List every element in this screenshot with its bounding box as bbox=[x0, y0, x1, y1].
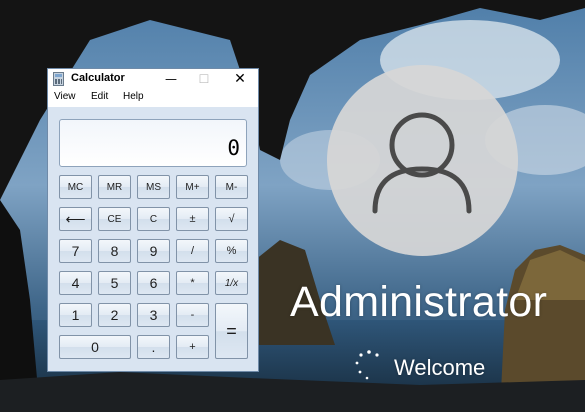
backspace-button[interactable]: ⟵ bbox=[59, 207, 92, 231]
maximize-button[interactable]: ☐ bbox=[190, 69, 218, 89]
memory-recall-button[interactable]: MR bbox=[98, 175, 131, 199]
username-label: Administrator bbox=[290, 278, 548, 326]
title-bar[interactable]: Calculator — ☐ ✕ bbox=[48, 69, 258, 89]
digit-9-button[interactable]: 9 bbox=[137, 239, 170, 263]
calculator-window[interactable]: Calculator — ☐ ✕ View Edit Help 0 MC MR … bbox=[47, 68, 259, 372]
digit-7-button[interactable]: 7 bbox=[59, 239, 92, 263]
reciprocal-button[interactable]: 1/x bbox=[215, 271, 248, 295]
user-avatar bbox=[327, 65, 518, 256]
display-value: 0 bbox=[227, 136, 240, 160]
window-title: Calculator bbox=[71, 72, 125, 84]
digit-1-button[interactable]: 1 bbox=[59, 303, 92, 327]
digit-6-button[interactable]: 6 bbox=[137, 271, 170, 295]
calculator-icon bbox=[53, 72, 64, 86]
loading-spinner-icon bbox=[355, 350, 379, 380]
minimize-button[interactable]: — bbox=[157, 69, 185, 89]
digit-5-button[interactable]: 5 bbox=[98, 271, 131, 295]
digit-3-button[interactable]: 3 bbox=[137, 303, 170, 327]
calculator-display: 0 bbox=[59, 119, 247, 167]
digit-4-button[interactable]: 4 bbox=[59, 271, 92, 295]
memory-store-button[interactable]: MS bbox=[137, 175, 170, 199]
menu-bar: View Edit Help bbox=[48, 89, 258, 107]
negate-button[interactable]: ± bbox=[176, 207, 209, 231]
digit-8-button[interactable]: 8 bbox=[98, 239, 131, 263]
square-root-button[interactable]: √ bbox=[215, 207, 248, 231]
equals-button[interactable]: = bbox=[215, 303, 248, 359]
multiply-button[interactable]: * bbox=[176, 271, 209, 295]
subtract-button[interactable]: - bbox=[176, 303, 209, 327]
digit-2-button[interactable]: 2 bbox=[98, 303, 131, 327]
decimal-button[interactable]: . bbox=[137, 335, 170, 359]
user-icon bbox=[372, 112, 472, 214]
clear-entry-button[interactable]: CE bbox=[98, 207, 131, 231]
memory-clear-button[interactable]: MC bbox=[59, 175, 92, 199]
digit-0-button[interactable]: 0 bbox=[59, 335, 131, 359]
menu-help[interactable]: Help bbox=[123, 91, 144, 102]
welcome-status: Welcome bbox=[394, 355, 486, 380]
memory-subtract-button[interactable]: M- bbox=[215, 175, 248, 199]
divide-button[interactable]: / bbox=[176, 239, 209, 263]
percent-button[interactable]: % bbox=[215, 239, 248, 263]
close-button[interactable]: ✕ bbox=[226, 69, 254, 89]
add-button[interactable]: + bbox=[176, 335, 209, 359]
menu-view[interactable]: View bbox=[54, 91, 76, 102]
menu-edit[interactable]: Edit bbox=[91, 91, 108, 102]
clear-button[interactable]: C bbox=[137, 207, 170, 231]
memory-add-button[interactable]: M+ bbox=[176, 175, 209, 199]
